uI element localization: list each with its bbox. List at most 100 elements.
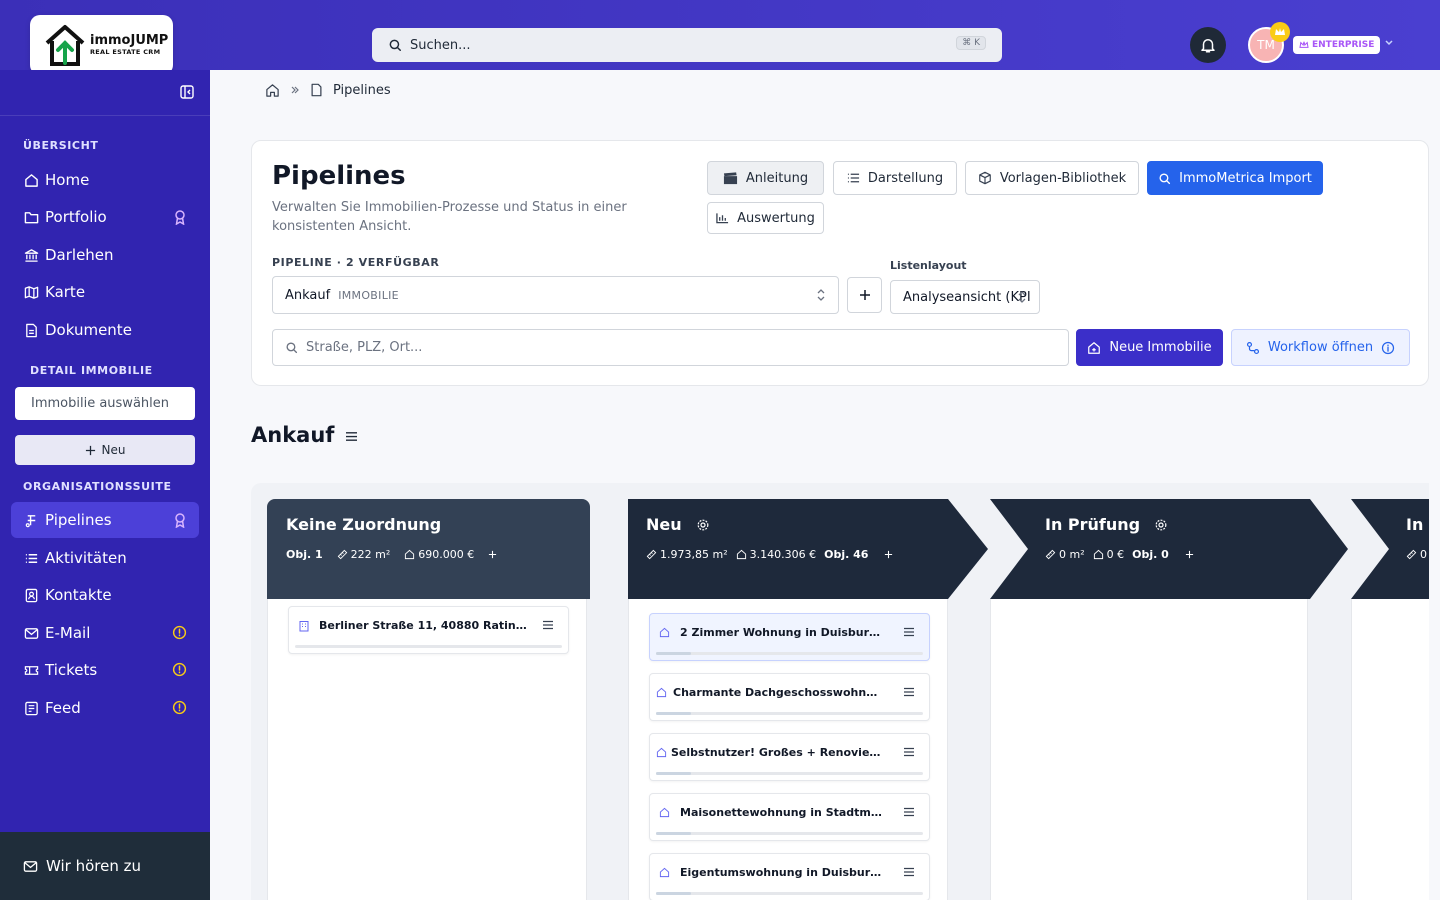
column-title: In V: [1406, 515, 1429, 534]
kanban-board: Keine Zuordnung Obj. 1 222 m² 690.000 € …: [251, 483, 1429, 900]
darstellung-button[interactable]: Darstellung: [833, 161, 957, 195]
auswertung-button[interactable]: Auswertung: [707, 202, 824, 234]
immometrica-import-button[interactable]: ImmoMetrica Import: [1147, 161, 1323, 195]
stat-area: 0: [1420, 548, 1427, 561]
column-header[interactable]: In Prüfung 0 m² 0 € Obj. 0: [990, 499, 1310, 599]
sidebar-item-portfolio[interactable]: Portfolio: [11, 199, 199, 235]
anleitung-button[interactable]: Anleitung: [707, 161, 824, 195]
add-pipeline-button[interactable]: [847, 277, 882, 313]
ruler-icon: [646, 549, 657, 560]
sidebar-item-home[interactable]: Home: [11, 162, 199, 198]
chevron-down-icon[interactable]: [1384, 38, 1394, 48]
search-icon: [1159, 172, 1171, 184]
map-icon: [23, 284, 39, 300]
plus-icon: [859, 290, 870, 300]
add-card-button[interactable]: [488, 550, 497, 559]
sidebar-item-tickets[interactable]: Tickets: [11, 652, 199, 688]
sidebar-item-label: Dokumente: [45, 321, 132, 339]
crown-small-icon: [1299, 41, 1309, 48]
breadcrumb-current: Pipelines: [333, 82, 391, 98]
import-label: ImmoMetrica Import: [1179, 170, 1312, 186]
notifications-button[interactable]: [1190, 27, 1226, 63]
feedback-link[interactable]: Wir hören zu: [0, 832, 210, 900]
updown-icon: [817, 289, 825, 301]
sidebar-item-karte[interactable]: Karte: [11, 274, 199, 310]
stat-objects: Obj. 1: [286, 548, 323, 561]
global-search-input[interactable]: Suchen... ⌘ K: [372, 28, 1002, 62]
card-progress-fill: [656, 772, 691, 775]
darstellung-label: Darstellung: [867, 170, 944, 186]
pipeline-type: IMMOBILIE: [338, 288, 399, 302]
property-card[interactable]: Charmante Dachgeschosswohnung in ...: [649, 673, 930, 721]
address-search-input[interactable]: Straße, PLZ, Ort...: [272, 329, 1069, 366]
new-property-button[interactable]: Neue Immobilie: [1076, 329, 1223, 366]
sidebar-item-dokumente[interactable]: Dokumente: [11, 312, 199, 348]
page-title: Pipelines: [272, 161, 406, 191]
column-header[interactable]: Neu 1.973,85 m² 3.140.306 € Obj. 46: [628, 499, 948, 599]
address-placeholder: Straße, PLZ, Ort...: [306, 340, 423, 355]
avatar-initials: TM: [1257, 38, 1275, 52]
sidebar-item-label: Karte: [45, 283, 86, 301]
card-menu-icon[interactable]: [903, 807, 915, 817]
column-header[interactable]: In V 0: [1351, 499, 1429, 599]
workflow-button[interactable]: Workflow öffnen: [1231, 329, 1410, 366]
sidebar-item-label: Portfolio: [45, 208, 107, 226]
vorlagen-bibliothek-button[interactable]: Vorlagen-Bibliothek: [965, 161, 1139, 195]
settings-icon[interactable]: [1154, 518, 1168, 532]
workflow-label: Workflow öffnen: [1267, 340, 1374, 355]
property-card[interactable]: Maisonettewohnung in Stadtmitte: [649, 793, 930, 841]
pipeline-select-value: Ankauf: [285, 287, 331, 303]
plan-badge[interactable]: ENTERPRISE: [1293, 36, 1381, 54]
house-icon: [656, 687, 667, 698]
card-title: Maisonettewohnung in Stadtmitte: [680, 806, 885, 819]
logo-subtitle: REAL ESTATE CRM: [90, 48, 161, 57]
pipeline-column: In V 0: [1351, 499, 1429, 900]
sidebar-item-email[interactable]: E-Mail: [11, 615, 199, 651]
card-progress-bar: [656, 892, 923, 895]
house-icon: [405, 549, 415, 560]
sidebar-item-feed[interactable]: Feed: [11, 690, 199, 726]
add-card-button[interactable]: [884, 550, 893, 559]
property-select[interactable]: Immobilie auswählen: [15, 387, 195, 420]
stat-area: 0 m²: [1059, 548, 1085, 561]
card-menu-icon[interactable]: [542, 620, 554, 630]
new-property-label: Neue Immobilie: [1109, 340, 1212, 355]
menu-icon[interactable]: [345, 431, 358, 442]
property-card[interactable]: Berliner Straße 11, 40880 Ratingen: [288, 606, 569, 654]
bank-icon: [23, 247, 39, 263]
property-card[interactable]: Eigentumswohnung in Duisburg - Ho...: [649, 853, 930, 900]
pipeline-icon: [23, 512, 39, 528]
home-icon[interactable]: [265, 83, 280, 98]
card-menu-icon[interactable]: [903, 867, 915, 877]
card-menu-icon[interactable]: [903, 687, 915, 697]
card-menu-icon[interactable]: [903, 627, 915, 637]
property-card[interactable]: Selbstnutzer! Großes + Renoviertes Ap...: [649, 733, 930, 781]
stat-area: 1.973,85 m²: [660, 548, 728, 561]
pipeline-select[interactable]: Ankauf IMMOBILIE: [272, 276, 839, 314]
sidebar-item-aktivitaeten[interactable]: Aktivitäten: [11, 540, 199, 576]
search-shortcut: ⌘ K: [956, 36, 986, 50]
sidebar-item-pipelines[interactable]: Pipelines: [11, 502, 199, 538]
plan-badge-label: ENTERPRISE: [1312, 40, 1375, 50]
settings-icon[interactable]: [696, 518, 710, 532]
layout-select[interactable]: Analyseansicht (KPI: [890, 280, 1040, 314]
sidebar-item-kontakte[interactable]: Kontakte: [11, 577, 199, 613]
crown-icon: [1270, 22, 1290, 42]
ruler-icon: [1045, 549, 1056, 560]
new-property-sidebar-button[interactable]: Neu: [15, 435, 195, 465]
collapse-sidebar-icon[interactable]: [180, 85, 194, 99]
sidebar-item-label: Darlehen: [45, 246, 114, 264]
add-card-button[interactable]: [1185, 550, 1194, 559]
home-add-icon: [1088, 341, 1101, 354]
card-progress-bar: [295, 645, 562, 648]
sidebar-item-darlehen[interactable]: Darlehen: [11, 237, 199, 273]
card-progress-bar: [656, 712, 923, 715]
property-card[interactable]: 2 Zimmer Wohnung in Duisburg-Buch...: [649, 613, 930, 661]
card-menu-icon[interactable]: [903, 747, 915, 757]
pipeline-column: In Prüfung 0 m² 0 € Obj. 0: [990, 499, 1350, 900]
updown-icon: [1018, 291, 1026, 303]
app-logo[interactable]: immoJUMP REAL ESTATE CRM: [30, 15, 173, 75]
package-icon: [979, 171, 991, 185]
layout-select-value: Analyseansicht (KPI: [903, 289, 1031, 305]
column-header[interactable]: Keine Zuordnung Obj. 1 222 m² 690.000 €: [267, 499, 590, 599]
